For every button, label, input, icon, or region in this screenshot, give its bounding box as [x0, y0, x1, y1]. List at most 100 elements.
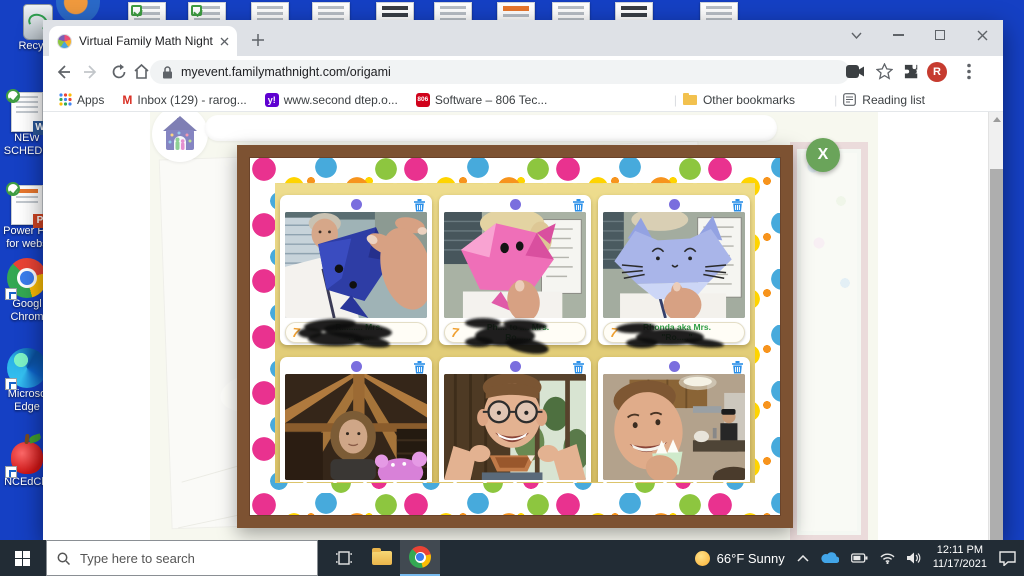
photo-blue-origami-whale[interactable] — [285, 212, 427, 318]
taskbar: Type here to search 66°F Sunny 12:11 PM … — [0, 540, 1024, 576]
screen: Recycle W NEW SCHEDU P Power Po for webs… — [0, 0, 1024, 576]
action-center-icon[interactable] — [999, 551, 1016, 566]
onedrive-icon[interactable] — [821, 552, 839, 564]
reading-list-icon — [843, 93, 856, 106]
weather-text: 66°F Sunny — [717, 551, 785, 566]
bookmarks-bar: Apps M Inbox (129) - rarog... y! www.sec… — [43, 88, 1003, 112]
select-dot-icon[interactable] — [669, 361, 680, 372]
close-window-button[interactable] — [961, 20, 1003, 50]
caption-pencil-glyph: 7 — [444, 324, 465, 341]
browser-toolbar: myevent.familymathnight.com/origami R — [43, 56, 1003, 88]
photo-girl-in-cabin[interactable] — [285, 374, 427, 480]
url-text: myevent.familymathnight.com/origami — [181, 65, 391, 79]
tab-title: Virtual Family Math Night — [79, 34, 213, 48]
search-icon — [57, 552, 70, 565]
check-badge-icon — [191, 5, 202, 16]
word-doc-icon: W — [11, 92, 43, 132]
tab-close-icon[interactable] — [220, 37, 229, 46]
home-button[interactable] — [133, 63, 150, 80]
bookmark-gmail-inbox[interactable]: M Inbox (129) - rarog... — [122, 93, 246, 107]
maximize-button[interactable] — [919, 20, 961, 50]
caption-pill[interactable]: 7 R......... Mrs.......... — [285, 322, 427, 343]
tab-strip: Virtual Family Math Night — [43, 20, 1003, 56]
browser-window: Virtual Family Math Night myevent.family… — [43, 20, 1003, 540]
select-dot-icon[interactable] — [510, 199, 521, 210]
bookmark-apps[interactable]: Apps — [59, 93, 104, 107]
bookmark-star-icon[interactable] — [876, 63, 893, 80]
delete-trash-icon[interactable] — [731, 198, 744, 212]
task-view-button[interactable] — [324, 540, 364, 576]
powerpoint-doc-icon: P — [11, 185, 43, 225]
caption-pill[interactable]: 7 Rhonda aka Mrs."Ro....." — [603, 322, 745, 343]
chrome-taskbar-button[interactable] — [400, 540, 440, 576]
select-dot-icon[interactable] — [351, 361, 362, 372]
volume-icon[interactable] — [907, 552, 921, 564]
select-dot-icon[interactable] — [510, 361, 521, 372]
delete-trash-icon[interactable] — [731, 360, 744, 374]
back-button[interactable] — [55, 64, 71, 80]
check-badge-icon — [131, 5, 142, 16]
delete-trash-icon[interactable] — [413, 198, 426, 212]
wifi-icon[interactable] — [880, 553, 895, 564]
camera-icon[interactable] — [846, 65, 865, 78]
extensions-puzzle-icon[interactable] — [903, 63, 920, 80]
page-viewport: Be — [43, 112, 1003, 540]
forward-button[interactable] — [83, 64, 99, 80]
clock-date: 11/17/2021 — [933, 558, 987, 570]
tray-expand-chevron[interactable] — [797, 555, 809, 562]
tab-virtual-family-math-night[interactable]: Virtual Family Math Night — [49, 26, 237, 56]
photo-boy-with-glasses[interactable] — [444, 374, 586, 480]
taskbar-clock[interactable]: 12:11 PM 11/17/2021 — [933, 544, 987, 572]
chrome-icon — [7, 258, 47, 298]
reading-list[interactable]: | Reading list — [834, 93, 925, 107]
gmail-icon: M — [122, 93, 132, 107]
start-button[interactable] — [2, 540, 42, 576]
yahoo-icon: y! — [265, 93, 279, 107]
battery-icon[interactable] — [851, 553, 868, 563]
photo-card: 7 — [439, 357, 591, 483]
page-scrollbar[interactable] — [988, 112, 1003, 540]
photo-card-grid: 7 R......... Mrs.......... — [280, 195, 750, 483]
minimize-button[interactable] — [877, 20, 919, 50]
kebab-menu-icon[interactable] — [967, 63, 971, 80]
photo-card: 7 — [598, 357, 750, 483]
apps-grid-icon — [59, 93, 72, 106]
system-tray: 66°F Sunny 12:11 PM 11/17/2021 — [695, 540, 1024, 576]
scroll-up-arrow[interactable] — [993, 117, 1001, 122]
caption-text: R......... Mrs.......... — [306, 323, 426, 343]
file-explorer-button[interactable] — [362, 540, 402, 576]
delete-trash-icon[interactable] — [413, 360, 426, 374]
select-dot-icon[interactable] — [669, 199, 680, 210]
delete-trash-icon[interactable] — [572, 198, 585, 212]
weather-widget[interactable]: 66°F Sunny — [695, 551, 785, 566]
select-dot-icon[interactable] — [351, 199, 362, 210]
taskbar-search-input[interactable]: Type here to search — [46, 540, 318, 576]
delete-trash-icon[interactable] — [572, 360, 585, 374]
photo-boy-in-kitchen[interactable] — [603, 374, 745, 480]
photo-gallery-modal: 7 R......... Mrs.......... — [237, 145, 793, 528]
file-explorer-icon — [372, 551, 392, 565]
bookmark-yahoo[interactable]: y! www.second dtep.o... — [265, 93, 398, 107]
chrome-icon — [409, 546, 431, 568]
reload-button[interactable] — [111, 64, 127, 80]
site-favicon — [57, 34, 72, 49]
profile-avatar[interactable]: R — [927, 62, 947, 82]
folder-icon — [683, 95, 697, 105]
photo-pink-origami-pig[interactable] — [444, 212, 586, 318]
scrollbar-thumb[interactable] — [990, 169, 1003, 540]
other-bookmarks[interactable]: | Other bookmarks — [674, 93, 795, 107]
photo-card: 7 Ph.... to .... Mrs.Ro...... — [439, 195, 591, 345]
bookmark-software-806[interactable]: 806 Software – 806 Tec... — [416, 93, 548, 107]
lock-icon[interactable] — [162, 66, 173, 79]
modal-close-button[interactable]: X — [806, 138, 840, 172]
apple-icon — [7, 434, 47, 476]
photo-card: 7 Rhonda aka Mrs."Ro....." — [598, 195, 750, 345]
address-bar[interactable]: myevent.familymathnight.com/origami — [150, 60, 850, 84]
new-tab-button[interactable] — [251, 33, 265, 47]
caption-text: Ph.... to .... Mrs.Ro...... — [465, 323, 585, 343]
caption-pill[interactable]: 7 Ph.... to .... Mrs.Ro...... — [444, 322, 586, 343]
806-icon: 806 — [416, 93, 430, 107]
windows-logo-icon — [15, 551, 30, 566]
tab-search-chevron[interactable] — [835, 20, 877, 50]
photo-blue-origami-cat[interactable] — [603, 212, 745, 318]
